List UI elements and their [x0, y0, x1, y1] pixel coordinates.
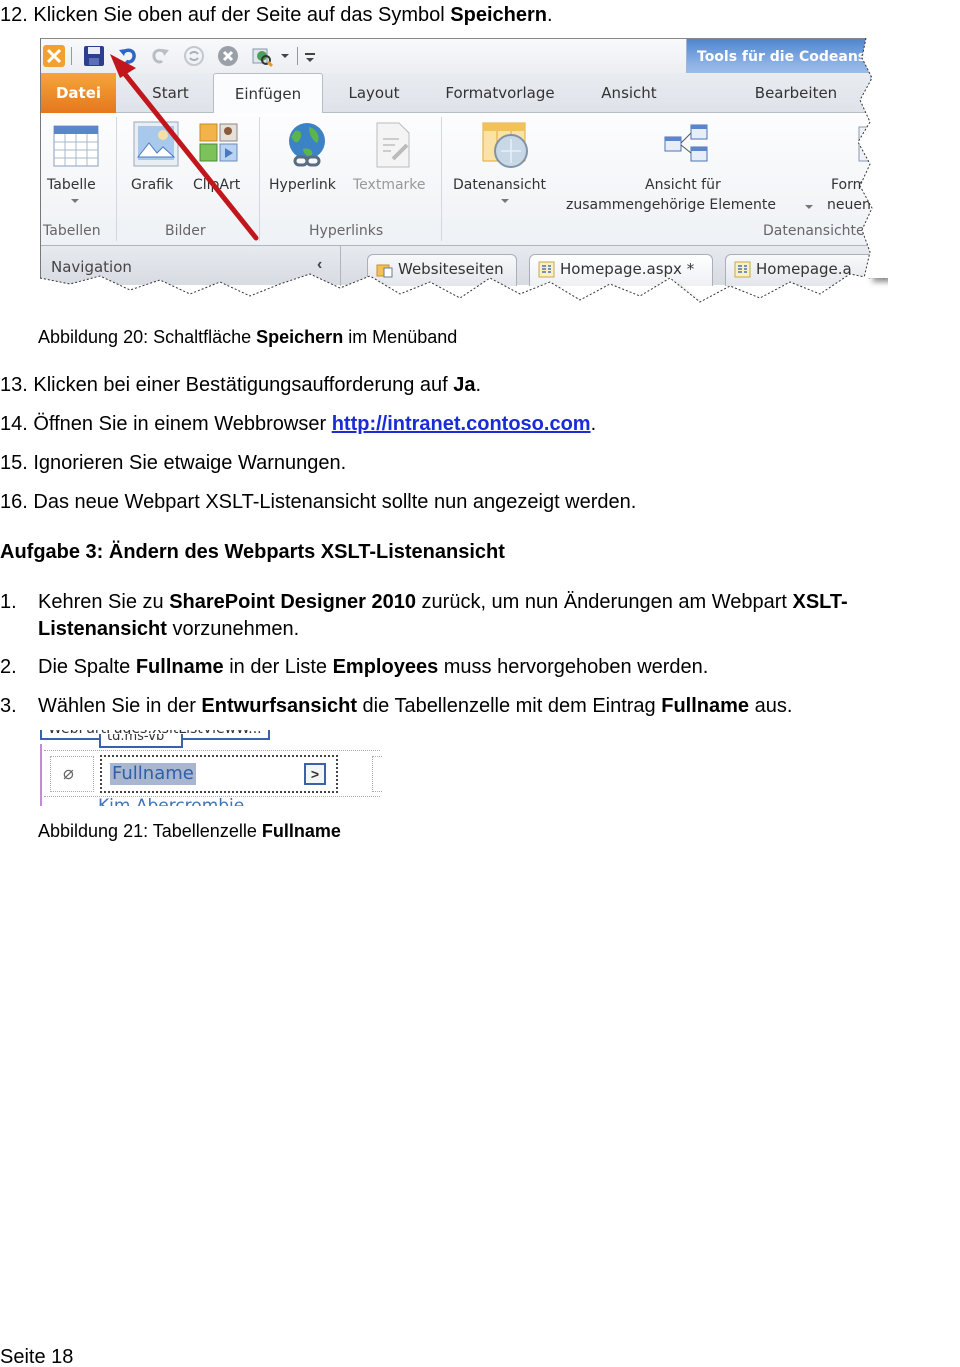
page-footer: Seite 18 — [0, 1346, 74, 1367]
cell-tag-label[interactable]: td.ms-vb — [99, 734, 183, 748]
next-row-text: Kim Abercrombie — [98, 796, 245, 806]
step-text: Ignorieren Sie etwaige Warnungen. — [33, 452, 347, 474]
quick-tag-chevron-button[interactable]: > — [304, 763, 326, 785]
step-bold: Fullname — [661, 695, 750, 717]
row-border — [44, 750, 380, 751]
step-14: 14. Öffnen Sie in einem Webbrowser http:… — [0, 412, 596, 436]
step-text-end: . — [547, 4, 553, 26]
step-number: 2. — [0, 656, 17, 678]
caption-text-end: im Menüband — [343, 327, 458, 347]
step-bold: Speichern — [450, 4, 547, 26]
step-number: 1. — [0, 591, 17, 613]
step-bold: SharePoint Designer 2010 — [169, 591, 416, 613]
figure-21-caption: Abbildung 21: Tabellenzelle Fullname — [38, 820, 341, 842]
step-bold: Employees — [332, 656, 439, 678]
adjacent-cell[interactable] — [372, 756, 382, 792]
step-text: Die Spalte — [38, 656, 136, 678]
step-15: 15. Ignorieren Sie etwaige Warnungen. — [0, 451, 346, 475]
step-text: Klicken Sie oben auf der Seite auf das S… — [33, 4, 451, 26]
step-16: 16. Das neue Webpart XSLT-Listenansicht … — [0, 490, 636, 514]
step-text-end: . — [475, 374, 482, 396]
step-text: Wählen Sie in der — [38, 695, 202, 717]
step-text: vorzunehmen. — [166, 618, 300, 640]
step-text: Klicken bei einer Bestätigungsaufforderu… — [33, 374, 454, 396]
step-number: 12. — [0, 4, 28, 26]
intranet-link[interactable]: http://intranet.contoso.com — [332, 413, 591, 435]
caption-bold: Fullname — [261, 821, 341, 841]
step-text: Das neue Webpart XSLT-Listenansicht soll… — [33, 491, 637, 513]
step-text-end: . — [590, 413, 597, 435]
caption-text: Abbildung 21: Tabellenzelle — [38, 821, 262, 841]
annotation-arrow — [110, 54, 259, 241]
section-heading: Aufgabe 3: Ändern des Webparts XSLT-List… — [0, 541, 505, 563]
step-text: muss hervorgehoben werden. — [438, 656, 709, 678]
caption-bold: Speichern — [256, 327, 344, 347]
task3-step-3: 3. Wählen Sie in der Entwurfsansicht die … — [0, 694, 792, 718]
figure-20-caption: Abbildung 20: Schaltfläche Speichern im … — [38, 326, 457, 348]
step-number: 16. — [0, 491, 28, 513]
step-text: in der Liste — [223, 656, 333, 678]
fullname-table-cell[interactable]: Fullname > — [100, 755, 338, 793]
step-bold: Fullname — [135, 656, 224, 678]
task3-step-2: 2. Die Spalte Fullname in der Liste Emplo… — [0, 655, 708, 679]
step-number: 13. — [0, 374, 28, 396]
step-13: 13. Klicken bei einer Bestätigungsauffor… — [0, 373, 481, 397]
step-text: die Tabellenzelle mit dem Eintrag — [357, 695, 662, 717]
step-text: Öffnen Sie in einem Webbrowser — [33, 413, 332, 435]
webpart-border — [40, 744, 42, 806]
task3-step-1-continued: Listenansicht vorzunehmen. — [38, 617, 299, 641]
step-number: 15. — [0, 452, 28, 474]
step-text: zurück, um nun Änderungen am Webpart — [415, 591, 793, 613]
step-bold: Listenansicht — [38, 618, 167, 640]
step-text: Kehren Sie zu — [38, 591, 170, 613]
step-text: aus. — [749, 695, 793, 717]
step-number: 14. — [0, 413, 28, 435]
step-bold: XSLT- — [792, 591, 848, 613]
step-12: 12. Klicken Sie oben auf der Seite auf d… — [0, 3, 553, 27]
task3-step-1: 1. Kehren Sie zu SharePoint Designer 2010… — [0, 590, 848, 614]
step-bold: Entwurfsansicht — [201, 695, 357, 717]
caption-text: Abbildung 20: Schaltfläche — [38, 327, 257, 347]
paperclip-icon: ⌀ — [63, 763, 74, 783]
figure-20-ribbon-screenshot: Tools für die Codeansicht Datei Start Ei… — [40, 38, 888, 306]
step-number: 3. — [0, 695, 17, 717]
step-bold: Ja — [453, 374, 476, 396]
fullname-cell-text[interactable]: Fullname — [110, 763, 196, 785]
figure-21-design-view: WebPartPages:XsltListViewW... td.ms-vb ⌀… — [40, 730, 382, 806]
attachment-cell[interactable]: ⌀ — [50, 756, 94, 792]
